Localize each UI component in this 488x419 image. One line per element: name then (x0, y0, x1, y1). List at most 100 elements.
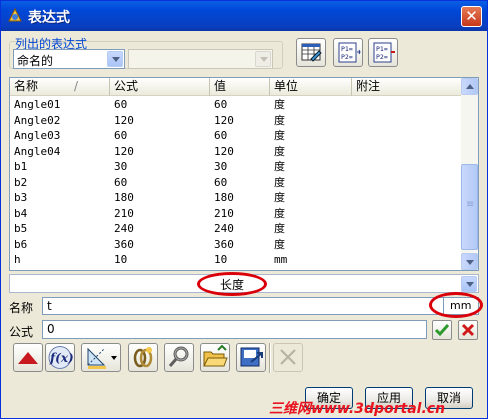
name-label: 名称 (9, 301, 34, 315)
save-expression-icon (240, 347, 263, 367)
red-annotation-circle (197, 272, 267, 296)
table-cell-name: b5 (14, 222, 28, 235)
table-row[interactable]: Angle04 120 120 度 (10, 144, 462, 159)
name-input[interactable]: t mm (42, 297, 479, 315)
formula-input[interactable]: 0 (42, 320, 427, 339)
table-row[interactable]: Angle01 60 60 度 (10, 97, 462, 112)
list-parameters-icon: P1= P2= (338, 42, 361, 63)
vertical-scrollbar[interactable] (461, 78, 478, 270)
link-expression-button[interactable] (164, 343, 194, 372)
expressions-table[interactable]: 名称 / 公式 值 单位 附注 Angle01 60 60 度 Angle02 120 12… (9, 77, 479, 271)
table-cell-name: b1 (14, 160, 28, 173)
table-cell-unit: 度 (274, 113, 285, 127)
name-input-value: t (47, 299, 52, 313)
table-cell-note (352, 113, 462, 128)
svg-text:P1=: P1= (376, 45, 388, 53)
table-cell-value: 360 (214, 237, 234, 251)
table-row[interactable]: b1 30 30 度 (10, 159, 462, 174)
table-cell-unit: 度 (274, 237, 285, 251)
svg-text:P1=: P1= (341, 45, 353, 53)
table-cell-note (352, 175, 462, 190)
link-part-button[interactable] (128, 343, 158, 372)
table-cell-note (352, 221, 462, 236)
chevron-down-icon (255, 51, 271, 67)
scroll-up-icon[interactable] (461, 78, 478, 95)
table-cell-value: 60 (214, 129, 228, 142)
table-cell-unit: 度 (274, 160, 285, 173)
table-cell-name: b3 (14, 191, 28, 204)
table-cell-name: b4 (14, 206, 28, 220)
table-cell-note (352, 206, 462, 221)
function-button[interactable]: f(x) (45, 343, 75, 372)
table-cell-unit: 度 (274, 191, 285, 204)
listed-expressions-value: 命名的 (17, 54, 54, 68)
table-row[interactable]: h 10 10 mm (10, 252, 462, 267)
close-icon: ✕ (465, 7, 478, 25)
table-cell-formula: 120 (114, 144, 134, 158)
table-cell-name: b6 (14, 237, 28, 251)
table-cell-unit: 度 (274, 144, 285, 158)
table-cell-name: b2 (14, 175, 28, 189)
table-cell-name: Angle02 (14, 113, 61, 127)
svg-text:P2=: P2= (376, 53, 388, 61)
table-cell-value: 120 (214, 113, 234, 127)
save-expression-button[interactable] (236, 343, 266, 372)
table-header: 名称 / 公式 值 单位 附注 (10, 78, 462, 96)
table-cell-unit: 度 (274, 129, 285, 142)
column-header-formula[interactable]: 公式 (110, 78, 210, 96)
table-cell-value: 120 (214, 144, 234, 158)
checkmark-icon (434, 324, 450, 337)
table-cell-value: 180 (214, 191, 234, 204)
compare-parameters-button[interactable]: P1= P2= (368, 38, 398, 67)
table-cell-formula: 360 (114, 237, 134, 251)
scrollbar-thumb[interactable] (461, 164, 478, 250)
table-cell-note (352, 252, 462, 267)
formula-input-value: 0 (47, 322, 55, 336)
accept-edit-button[interactable] (432, 320, 452, 340)
table-cell-formula: 180 (114, 191, 134, 204)
reject-edit-button[interactable] (458, 320, 478, 340)
delete-icon (280, 349, 296, 365)
close-button[interactable]: ✕ (461, 6, 482, 27)
table-cell-name: Angle03 (14, 129, 61, 142)
link-expression-icon (168, 346, 189, 367)
table-cell-unit: 度 (274, 222, 285, 235)
table-row[interactable]: b6 360 360 度 (10, 237, 462, 252)
collapse-button[interactable] (13, 343, 43, 372)
table-row[interactable]: b2 60 60 度 (10, 175, 462, 190)
table-cell-value: 240 (214, 222, 234, 235)
column-header-value[interactable]: 值 (210, 78, 270, 96)
table-row[interactable]: b5 240 240 度 (10, 221, 462, 236)
column-header-unit[interactable]: 单位 (270, 78, 352, 96)
measure-dropdown-button[interactable] (81, 343, 121, 372)
scroll-down-icon[interactable] (461, 253, 478, 270)
table-cell-note (352, 190, 462, 205)
secondary-filter-select (128, 49, 273, 69)
table-cell-unit: 度 (274, 175, 285, 189)
toolbar-separator (269, 343, 271, 373)
table-row[interactable]: Angle03 60 60 度 (10, 128, 462, 143)
table-cell-value: 30 (214, 160, 228, 173)
list-parameters-button[interactable]: P1= P2= (333, 38, 363, 67)
listed-expressions-select[interactable]: 命名的 (13, 49, 125, 69)
column-header-name[interactable]: 名称 / (10, 78, 110, 96)
chevron-down-icon[interactable] (461, 276, 477, 292)
title-bar[interactable]: 表达式 ✕ (1, 1, 487, 31)
measure-icon (87, 347, 117, 369)
column-header-note[interactable]: 附注 (352, 78, 462, 96)
table-row[interactable]: Angle02 120 120 度 (10, 113, 462, 128)
table-cell-formula: 30 (114, 160, 128, 173)
open-file-button[interactable] (200, 343, 230, 372)
chevron-down-icon[interactable] (107, 51, 123, 67)
spreadsheet-edit-icon (301, 43, 322, 62)
compare-parameters-icon: P1= P2= (373, 42, 395, 63)
table-cell-formula: 60 (114, 129, 128, 142)
table-cell-unit: mm (274, 253, 288, 266)
table-row[interactable]: b4 210 210 度 (10, 206, 462, 221)
table-cell-value: 60 (214, 98, 228, 111)
spreadsheet-edit-button[interactable] (296, 38, 326, 67)
table-cell-formula: 60 (114, 98, 128, 111)
table-row[interactable]: b3 180 180 度 (10, 190, 462, 205)
delete-button (273, 343, 303, 372)
table-cell-unit: 度 (274, 98, 285, 111)
